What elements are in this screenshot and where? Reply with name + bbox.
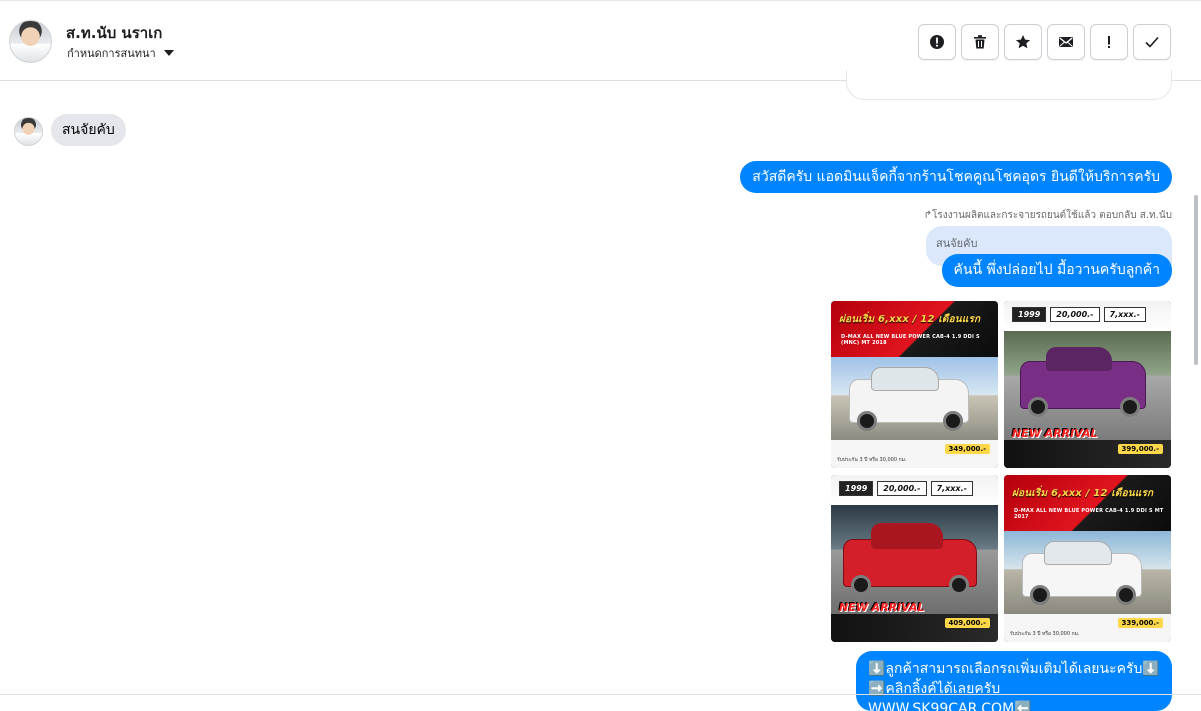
new-arrival-label: NEW ARRIVAL <box>1012 427 1098 440</box>
ad-footer: 399,000.- <box>1004 440 1171 468</box>
ad-headline: ผ่อนเริ่ม 6,xxx / 12 เดือนแรก <box>839 314 981 325</box>
ad-model: D-MAX ALL NEW BLUE POWER CAB-4 1.9 DDI S… <box>1014 508 1164 520</box>
ad-footer: 409,000.- <box>831 614 998 642</box>
ad-banner: ผ่อนเริ่ม 6,xxx / 12 เดือนแรก D-MAX ALL … <box>1004 475 1171 531</box>
scrollbar[interactable] <box>1194 195 1198 365</box>
car-ad-image[interactable]: 1999 20,000.- 7,xxx.- NEW ARRIVAL 399,00… <box>1004 301 1171 468</box>
follow-up-button[interactable] <box>1004 24 1042 60</box>
ad-price: 409,000.- <box>944 618 990 628</box>
ad-footer: 339,000.- รับประกัน 3 ปี หรือ 30,000 กม. <box>1004 614 1171 642</box>
ad-price: 399,000.- <box>1117 444 1163 454</box>
ad-banner: ผ่อนเริ่ม 6,xxx / 12 เดือนแรก D-MAX ALL … <box>831 301 998 357</box>
avatar[interactable] <box>9 20 52 63</box>
check-icon <box>1145 36 1159 48</box>
spam-button[interactable] <box>918 24 956 60</box>
previous-message-card <box>846 70 1172 100</box>
incoming-message[interactable]: สนจัยคับ <box>51 114 126 146</box>
exclamation-icon <box>1108 36 1110 48</box>
divider <box>0 694 1201 695</box>
ad-price-row: 1999 20,000.- 7,xxx.- <box>1012 307 1146 322</box>
ad-headline: ผ่อนเริ่ม 6,xxx / 12 เดือนแรก <box>1012 488 1154 499</box>
outgoing-message[interactable]: คันนี้ พึ่งปล่อยไป มื้อวานครับลูกค้า <box>941 254 1172 287</box>
ad-banner: 1999 20,000.- 7,xxx.- <box>831 475 998 505</box>
ad-price: 339,000.- <box>1117 618 1163 628</box>
car-photo <box>831 357 998 441</box>
ad-down-payment: 20,000.- <box>877 481 927 496</box>
message-link-line[interactable]: ➡️คลิกลิ้งค์ได้เลยครับ WWW.SK99CAR.COM⬅️ <box>868 679 1160 711</box>
priority-button[interactable] <box>1090 24 1128 60</box>
car-photo <box>831 505 998 615</box>
mark-unread-button[interactable] <box>1047 24 1085 60</box>
ad-model: D-MAX ALL NEW BLUE POWER CAB-4 1.9 DDI S… <box>841 334 980 346</box>
car-ad-image[interactable]: ผ่อนเริ่ม 6,xxx / 12 เดือนแรก D-MAX ALL … <box>1004 475 1171 642</box>
ad-footer: 349,000.- รับประกัน 3 ปี หรือ 30,000 กม. <box>831 440 998 468</box>
new-arrival-label: NEW ARRIVAL <box>839 601 925 614</box>
car-photo <box>1004 531 1171 615</box>
ad-price-row: 1999 20,000.- 7,xxx.- <box>839 481 973 496</box>
conversation-status-dropdown[interactable]: กำหนดการสนทนา <box>67 44 174 62</box>
mark-done-button[interactable] <box>1133 24 1171 60</box>
alert-circle-icon <box>930 35 944 49</box>
ad-year: 1999 <box>839 481 874 496</box>
ad-banner: 1999 20,000.- 7,xxx.- <box>1004 301 1171 331</box>
ad-down-payment: 20,000.- <box>1050 307 1100 322</box>
ad-year: 1999 <box>1012 307 1047 322</box>
car-ad-image[interactable]: ผ่อนเริ่ม 6,xxx / 12 เดือนแรก D-MAX ALL … <box>831 301 998 468</box>
outgoing-message[interactable]: ⬇️ลูกค้าสามารถเลือกรถเพิ่มเติมได้เลยนะคร… <box>856 651 1172 711</box>
conversation-header: ส.ท.นับ นราเก กำหนดการสนทนา <box>0 0 1201 81</box>
reply-context-label: ↱โรงงานผลิตและกระจายรถยนต์ใช้แล้ว ตอบกลั… <box>923 210 1172 221</box>
conversation-status-label: กำหนดการสนทนา <box>67 47 156 60</box>
star-icon <box>1015 35 1031 49</box>
car-ad-image[interactable]: 1999 20,000.- 7,xxx.- NEW ARRIVAL 409,00… <box>831 475 998 642</box>
envelope-icon <box>1059 37 1073 47</box>
conversation-toolbar <box>918 24 1171 60</box>
outgoing-message[interactable]: สวัสดีครับ แอดมินแจ็คกี้จากร้านโชคคูณโชค… <box>740 161 1172 193</box>
trash-icon <box>974 35 986 49</box>
image-attachment-grid: ผ่อนเริ่ม 6,xxx / 12 เดือนแรก D-MAX ALL … <box>831 301 1172 642</box>
ad-warranty: รับประกัน 3 ปี หรือ 30,000 กม. <box>837 457 907 463</box>
ad-installment: 7,xxx.- <box>930 481 973 496</box>
message-line: ⬇️ลูกค้าสามารถเลือกรถเพิ่มเติมได้เลยนะคร… <box>868 661 1160 677</box>
car-photo <box>1004 331 1171 441</box>
ad-installment: 7,xxx.- <box>1103 307 1146 322</box>
delete-button[interactable] <box>961 24 999 60</box>
contact-name[interactable]: ส.ท.นับ นราเก <box>66 21 162 45</box>
ad-price: 349,000.- <box>944 444 990 454</box>
avatar[interactable] <box>14 117 43 146</box>
ad-warranty: รับประกัน 3 ปี หรือ 30,000 กม. <box>1010 631 1080 637</box>
caret-down-icon <box>163 50 174 56</box>
